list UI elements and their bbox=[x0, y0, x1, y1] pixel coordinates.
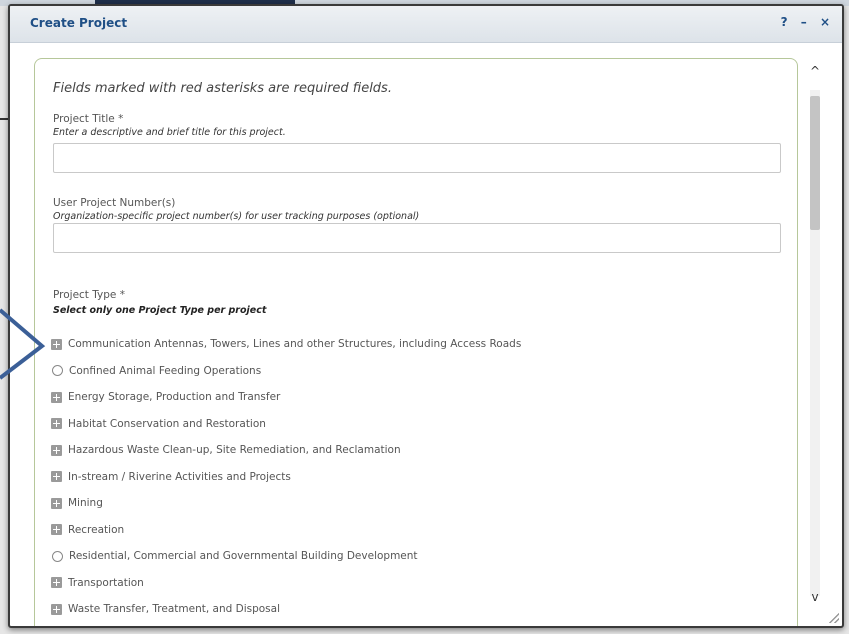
project-title-label: Project Title * bbox=[53, 113, 124, 125]
project-type-label-text: Mining bbox=[68, 497, 103, 510]
close-button[interactable]: × bbox=[820, 15, 830, 29]
user-project-number-hint: Organization-specific project number(s) … bbox=[53, 211, 420, 222]
project-type-item[interactable]: In-stream / Riverine Activities and Proj… bbox=[51, 464, 791, 491]
radio-button-icon[interactable] bbox=[52, 550, 63, 562]
project-type-label-text: Recreation bbox=[68, 523, 125, 536]
project-type-label-text: Hazardous Waste Clean-up, Site Remediati… bbox=[68, 444, 401, 457]
scroll-track[interactable] bbox=[810, 90, 820, 596]
user-project-number-input[interactable] bbox=[53, 223, 781, 253]
expand-plus-icon[interactable] bbox=[51, 577, 62, 589]
scroll-up-icon[interactable]: ^ bbox=[808, 64, 822, 84]
scroll-down-icon[interactable]: v bbox=[808, 590, 822, 610]
callout-arrow-icon bbox=[0, 308, 46, 380]
expand-plus-icon[interactable] bbox=[51, 603, 62, 615]
project-type-item[interactable]: Waste Transfer, Treatment, and Disposal bbox=[51, 596, 791, 623]
expand-plus-icon[interactable] bbox=[51, 338, 62, 350]
help-button[interactable]: ? bbox=[781, 15, 788, 29]
project-title-hint: Enter a descriptive and brief title for … bbox=[53, 127, 286, 138]
user-project-number-label: User Project Number(s) bbox=[53, 197, 176, 209]
project-type-item[interactable]: Energy Storage, Production and Transfer bbox=[51, 384, 791, 411]
project-type-item[interactable]: Hazardous Waste Clean-up, Site Remediati… bbox=[51, 437, 791, 464]
project-type-hint: Select only one Project Type per project bbox=[53, 305, 267, 316]
expand-plus-icon[interactable] bbox=[51, 471, 62, 483]
project-title-input[interactable] bbox=[53, 143, 781, 173]
project-type-label-text: In-stream / Riverine Activities and Proj… bbox=[68, 470, 291, 483]
window-controls: ? – × bbox=[772, 15, 830, 29]
project-type-item[interactable]: Residential, Commercial and Governmental… bbox=[51, 543, 791, 570]
resize-grip-icon[interactable] bbox=[829, 613, 839, 623]
scroll-thumb[interactable] bbox=[810, 96, 820, 230]
project-type-label-text: Energy Storage, Production and Transfer bbox=[68, 391, 281, 404]
expand-plus-icon[interactable] bbox=[51, 418, 62, 430]
expand-plus-icon[interactable] bbox=[51, 524, 62, 536]
project-type-item[interactable]: Communication Antennas, Towers, Lines an… bbox=[51, 331, 791, 358]
project-type-label-text: Confined Animal Feeding Operations bbox=[69, 364, 262, 377]
project-type-item[interactable]: Transportation bbox=[51, 570, 791, 597]
form-panel: Fields marked with red asterisks are req… bbox=[34, 58, 798, 626]
required-fields-note: Fields marked with red asterisks are req… bbox=[53, 81, 392, 96]
minimize-button[interactable]: – bbox=[801, 15, 807, 29]
project-type-item[interactable]: Mining bbox=[51, 490, 791, 517]
project-type-label-text: Transportation bbox=[68, 576, 144, 589]
project-type-label-text: Habitat Conservation and Restoration bbox=[68, 417, 266, 430]
radio-button-icon[interactable] bbox=[52, 365, 63, 377]
expand-plus-icon[interactable] bbox=[51, 497, 62, 509]
expand-plus-icon[interactable] bbox=[51, 444, 62, 456]
project-type-item[interactable]: Confined Animal Feeding Operations bbox=[51, 358, 791, 385]
project-type-item[interactable]: Recreation bbox=[51, 517, 791, 544]
project-type-label-text: Waste Transfer, Treatment, and Disposal bbox=[68, 603, 281, 616]
project-type-label-text: Communication Antennas, Towers, Lines an… bbox=[68, 338, 522, 351]
expand-plus-icon[interactable] bbox=[51, 391, 62, 403]
create-project-dialog: Create Project ? – × Fields marked with … bbox=[8, 4, 844, 628]
project-type-label: Project Type * bbox=[53, 289, 125, 301]
project-type-label-text: Residential, Commercial and Governmental… bbox=[69, 550, 418, 563]
dialog-title: Create Project bbox=[30, 16, 128, 30]
vertical-scrollbar[interactable]: ^ v bbox=[808, 64, 822, 610]
project-type-item[interactable]: Habitat Conservation and Restoration bbox=[51, 411, 791, 438]
dialog-titlebar[interactable]: Create Project ? – × bbox=[10, 6, 842, 43]
project-type-list: Communication Antennas, Towers, Lines an… bbox=[51, 331, 791, 623]
